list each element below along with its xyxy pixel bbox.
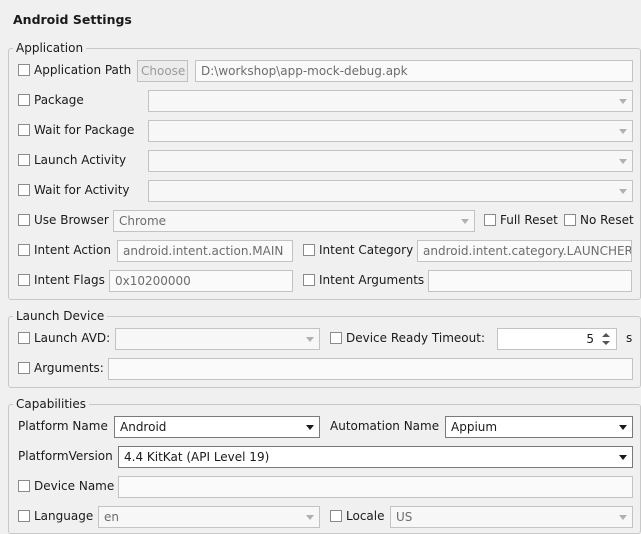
browser-dropdown[interactable]: Chrome xyxy=(113,210,475,232)
device-ready-value: 5 xyxy=(586,332,594,346)
arguments-field[interactable] xyxy=(108,358,633,380)
intent-action-field[interactable]: android.intent.action.MAIN xyxy=(117,240,293,262)
platform-name-value: Android xyxy=(120,420,167,434)
platform-name-dropdown[interactable]: Android xyxy=(114,416,320,438)
automation-name-dropdown[interactable]: Appium xyxy=(445,416,633,438)
wait-activity-checkbox[interactable] xyxy=(18,184,30,196)
language-dropdown[interactable]: en xyxy=(98,506,320,528)
wait-activity-label: Wait for Activity xyxy=(34,183,130,197)
app-path-checkbox[interactable] xyxy=(18,64,30,76)
full-reset-checkbox[interactable] xyxy=(484,214,496,226)
device-ready-spinner[interactable]: 5 xyxy=(497,328,617,350)
chevron-down-icon xyxy=(619,159,627,164)
package-dropdown[interactable] xyxy=(148,90,633,112)
page-title: Android Settings xyxy=(13,12,132,27)
locale-dropdown[interactable]: US xyxy=(390,506,633,528)
intent-flags-checkbox[interactable] xyxy=(18,274,30,286)
device-ready-checkbox[interactable] xyxy=(330,332,342,344)
arguments-checkbox[interactable] xyxy=(18,362,30,374)
wait-package-dropdown[interactable] xyxy=(148,120,633,142)
platform-version-dropdown[interactable]: 4.4 KitKat (API Level 19) xyxy=(118,446,633,468)
app-path-label: Application Path xyxy=(34,63,132,77)
locale-value: US xyxy=(396,510,413,524)
intent-category-label: Intent Category xyxy=(319,243,414,257)
launch-activity-dropdown[interactable] xyxy=(148,150,633,172)
chevron-down-icon xyxy=(619,99,627,104)
use-browser-label: Use Browser xyxy=(34,213,109,227)
intent-action-checkbox[interactable] xyxy=(18,244,30,256)
platform-name-label: Platform Name xyxy=(18,419,108,433)
chevron-down-icon xyxy=(306,425,314,430)
chevron-down-icon xyxy=(619,425,627,430)
launch-avd-label: Launch AVD: xyxy=(34,331,111,345)
automation-name-value: Appium xyxy=(451,420,498,434)
intent-flags-field[interactable]: 0x10200000 xyxy=(109,270,293,292)
intent-action-label: Intent Action xyxy=(34,243,111,257)
device-name-checkbox[interactable] xyxy=(18,480,30,492)
automation-name-label: Automation Name xyxy=(330,419,440,433)
device-name-label: Device Name xyxy=(34,479,115,493)
intent-args-label: Intent Arguments xyxy=(319,273,425,287)
capabilities-legend: Capabilities xyxy=(13,397,89,411)
wait-package-checkbox[interactable] xyxy=(18,124,30,136)
language-label: Language xyxy=(34,509,94,523)
locale-label: Locale xyxy=(346,509,385,523)
wait-activity-dropdown[interactable] xyxy=(148,180,633,202)
platform-version-label: PlatformVersion xyxy=(18,449,113,463)
chevron-down-icon xyxy=(306,337,314,342)
launch-activity-label: Launch Activity xyxy=(34,153,127,167)
launch-activity-checkbox[interactable] xyxy=(18,154,30,166)
chevron-down-icon xyxy=(619,189,627,194)
use-browser-checkbox[interactable] xyxy=(18,214,30,226)
intent-args-field[interactable] xyxy=(428,270,632,292)
arguments-label: Arguments: xyxy=(34,361,104,375)
wait-package-label: Wait for Package xyxy=(34,123,135,137)
platform-version-value: 4.4 KitKat (API Level 19) xyxy=(124,450,270,464)
language-checkbox[interactable] xyxy=(18,510,30,522)
package-checkbox[interactable] xyxy=(18,94,30,106)
device-name-field[interactable] xyxy=(118,476,633,498)
full-reset-label: Full Reset xyxy=(500,213,558,227)
intent-args-checkbox[interactable] xyxy=(303,274,315,286)
intent-category-checkbox[interactable] xyxy=(303,244,315,256)
chevron-down-icon xyxy=(306,515,314,520)
intent-category-field[interactable]: android.intent.category.LAUNCHER xyxy=(417,240,632,262)
no-reset-label: No Reset xyxy=(580,213,634,227)
no-reset-checkbox[interactable] xyxy=(564,214,576,226)
spin-up-icon[interactable] xyxy=(602,333,610,337)
intent-flags-label: Intent Flags xyxy=(34,273,105,287)
launch-avd-checkbox[interactable] xyxy=(18,332,30,344)
choose-button[interactable]: Choose xyxy=(137,60,188,82)
chevron-down-icon xyxy=(619,455,627,460)
device-ready-label: Device Ready Timeout: xyxy=(346,331,485,345)
chevron-down-icon xyxy=(461,219,469,224)
locale-checkbox[interactable] xyxy=(330,510,342,522)
application-group xyxy=(8,48,641,300)
application-legend: Application xyxy=(13,41,87,55)
spin-down-icon[interactable] xyxy=(602,341,610,345)
browser-value: Chrome xyxy=(119,214,167,228)
launch-device-legend: Launch Device xyxy=(13,309,108,323)
launch-avd-dropdown[interactable] xyxy=(115,328,320,350)
app-path-field[interactable]: D:\workshop\app-mock-debug.apk xyxy=(195,60,633,82)
device-ready-unit: s xyxy=(626,331,633,345)
chevron-down-icon xyxy=(619,129,627,134)
package-label: Package xyxy=(34,93,84,107)
language-value: en xyxy=(104,510,119,524)
chevron-down-icon xyxy=(619,515,627,520)
